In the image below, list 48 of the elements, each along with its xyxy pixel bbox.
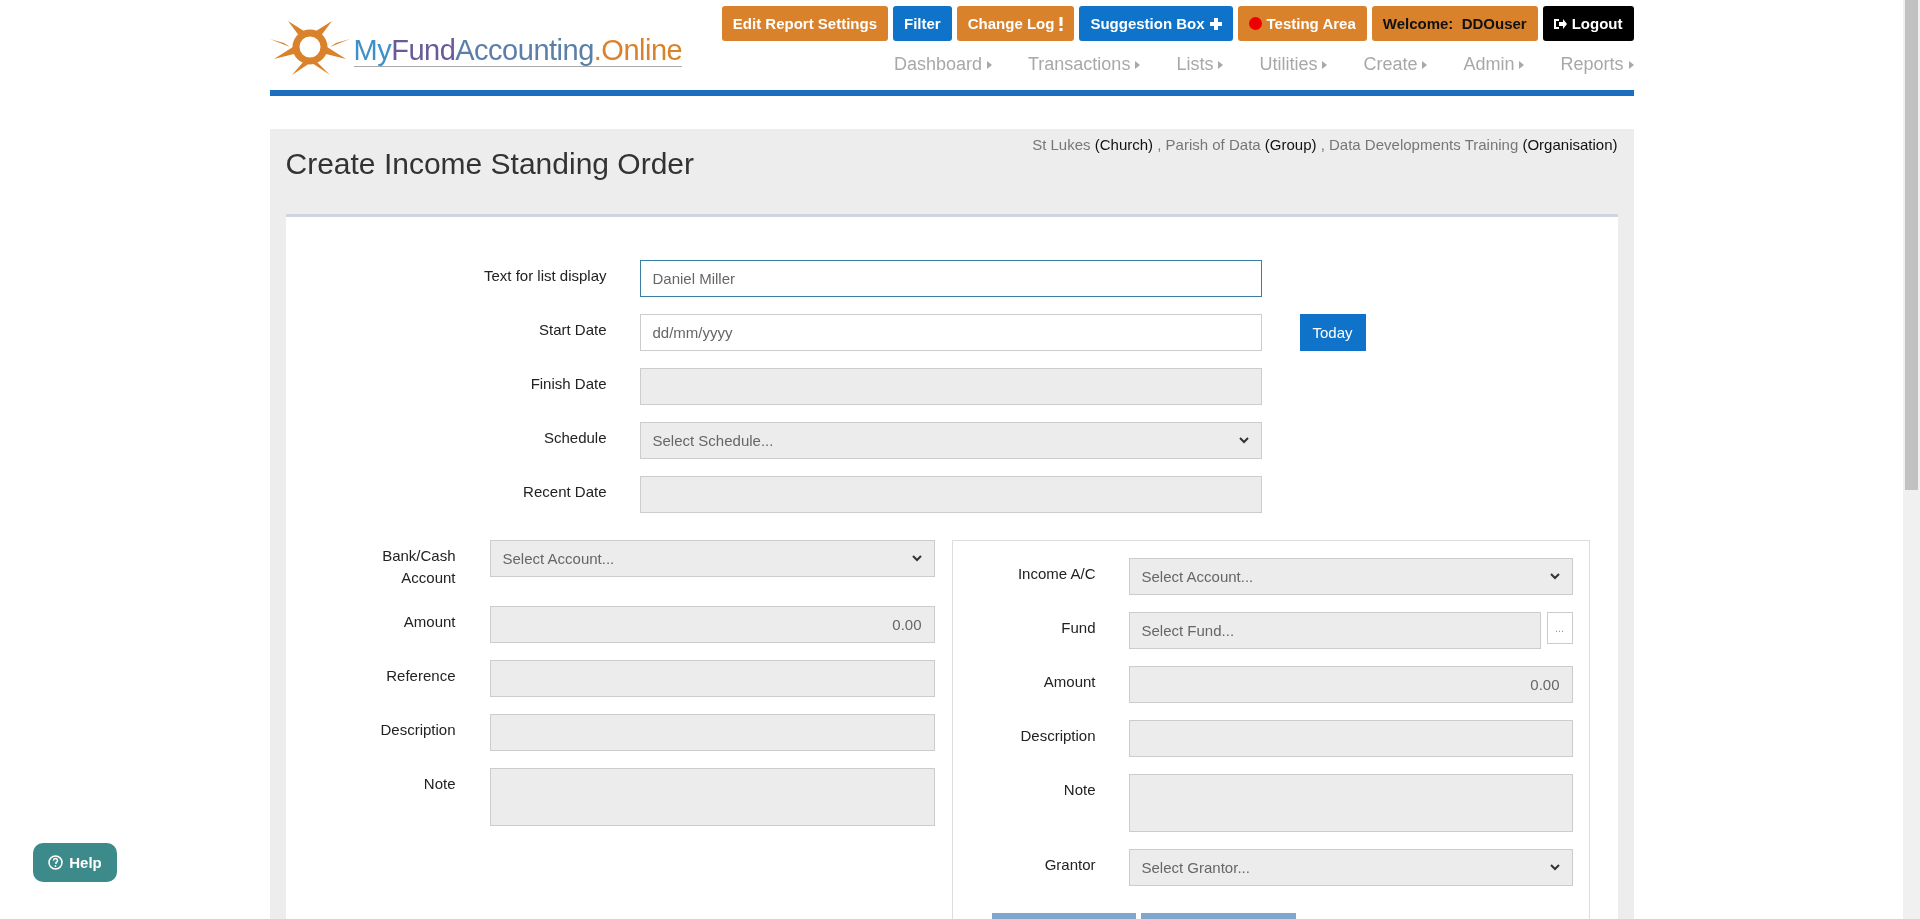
- text-field[interactable]: dd/mm/yyyy: [639, 314, 1262, 351]
- header-button[interactable]: Suggestion Box: [1079, 6, 1233, 41]
- field-label: Finish Date: [529, 374, 607, 394]
- field-label: Reference: [385, 666, 456, 686]
- nav-menu-item[interactable]: Dashboard: [893, 54, 992, 75]
- chevron-down-icon: [1549, 573, 1560, 580]
- caret-icon: [1218, 60, 1224, 69]
- header-button[interactable]: Welcome: DDOuser: [1371, 6, 1538, 41]
- field-label: Note: [1062, 780, 1096, 800]
- help-button[interactable]: Help: [33, 843, 117, 882]
- logo-text: MyFundAccounting.Online: [353, 33, 683, 67]
- exclamation-icon: [1059, 16, 1064, 31]
- header-button[interactable]: Testing Area: [1237, 6, 1367, 41]
- chevron-down-icon: [1549, 864, 1560, 871]
- caret-icon: [1422, 60, 1428, 69]
- field-label: Income A/C: [1016, 564, 1096, 584]
- header-button[interactable]: Change Log: [956, 6, 1075, 41]
- field-label: Schedule: [542, 428, 607, 448]
- chevron-down-icon: [911, 555, 922, 562]
- help-icon: [48, 855, 64, 870]
- field-label: Grantor: [1043, 855, 1096, 875]
- field-label: Recent Date: [522, 482, 607, 502]
- organisation-context: St Lukes (Church) , Parish of Data (Group) , Data Developments Training (Organisation): [1032, 135, 1618, 155]
- header-button[interactable]: Edit Report Settings: [721, 6, 889, 41]
- caret-icon: [1322, 60, 1328, 69]
- caret-icon: [987, 60, 992, 69]
- chevron-down-icon: [1238, 437, 1249, 444]
- caret-icon: [1519, 60, 1525, 69]
- caret-icon: [1628, 60, 1634, 69]
- logout-icon: [1553, 17, 1567, 30]
- field-label: Amount: [1042, 672, 1096, 692]
- field-label: Text for list display: [482, 266, 607, 286]
- plus-icon: [1209, 17, 1222, 30]
- field-label: Start Date: [537, 320, 607, 340]
- field-label: Note: [422, 774, 456, 794]
- field-label: Amount: [402, 612, 456, 632]
- record-dot-icon: [1248, 17, 1262, 30]
- field-label: Fund: [1060, 618, 1096, 638]
- page-title: Create Income Standing Order: [285, 146, 695, 182]
- caret-icon: [1135, 60, 1141, 69]
- header-button[interactable]: Logout: [1542, 6, 1634, 41]
- header-button[interactable]: Filter: [893, 6, 952, 41]
- scrollbar[interactable]: [1903, 0, 1920, 919]
- today-button[interactable]: Today: [1299, 314, 1366, 351]
- field-label: Bank/Cash Account: [381, 546, 456, 588]
- text-field[interactable]: Daniel Miller: [639, 260, 1262, 297]
- field-label: Description: [379, 720, 456, 740]
- field-label: Description: [1019, 726, 1096, 746]
